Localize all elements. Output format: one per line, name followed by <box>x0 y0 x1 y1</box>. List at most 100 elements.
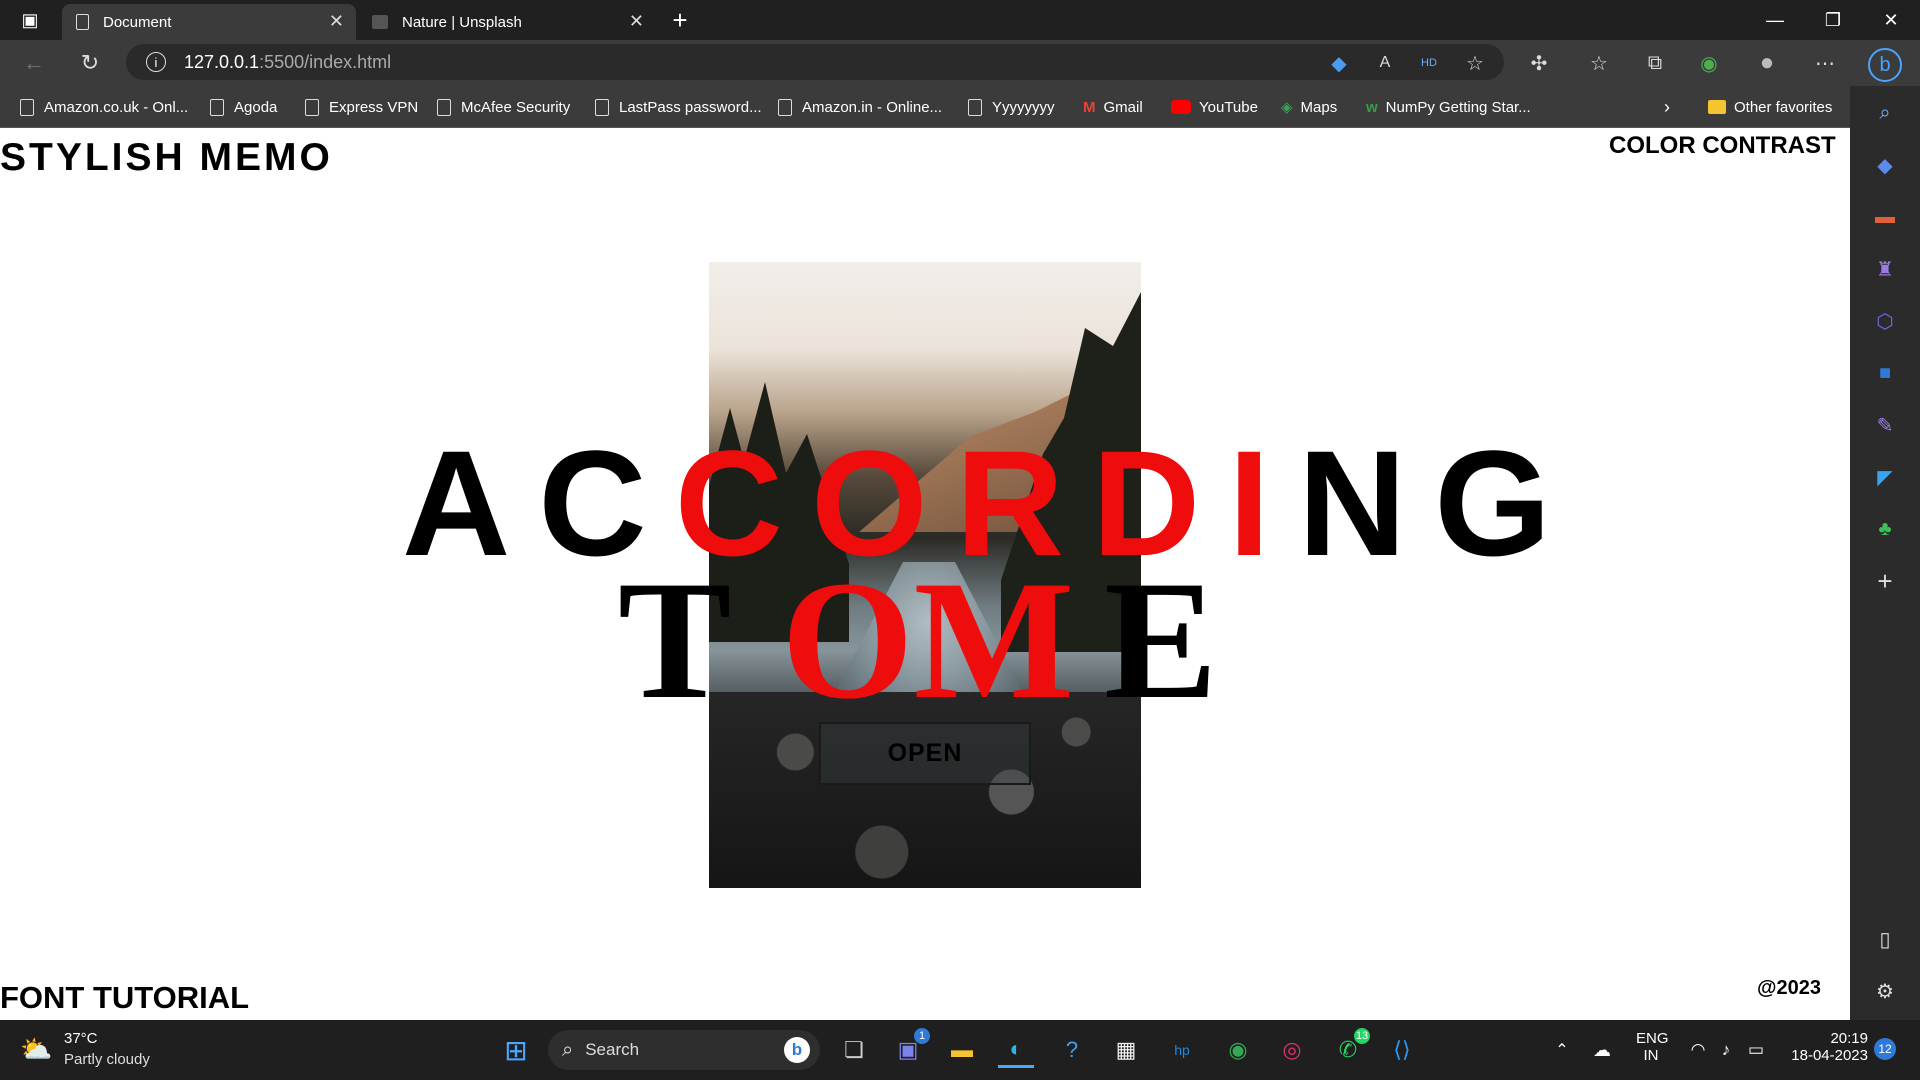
bookmark-label: LastPass password... <box>619 98 762 116</box>
designer-icon[interactable]: ✎ <box>1870 410 1900 440</box>
bookmark-label: Agoda <box>234 98 278 116</box>
restore-icon[interactable]: ❐ <box>1804 0 1862 40</box>
bookmark-item[interactable]: YouTube <box>1171 96 1258 118</box>
chrome-icon[interactable]: ◉ <box>1220 1032 1256 1068</box>
url-field[interactable]: i 127.0.0.1:5500/index.html <box>126 44 1504 80</box>
whatsapp-icon[interactable]: ✆ 13 <box>1330 1028 1370 1068</box>
teams-badge: 1 <box>914 1028 930 1044</box>
bookmark-label: Other favorites <box>1734 98 1833 116</box>
notification-badge[interactable]: 12 <box>1874 1038 1896 1060</box>
date: 18-04-2023 <box>1791 1047 1868 1064</box>
add-favorite-icon[interactable]: ☆ <box>1460 48 1490 78</box>
time: 20:19 <box>1830 1030 1868 1047</box>
weather-icon[interactable]: ⛅ <box>20 1034 52 1065</box>
site-logo[interactable]: STYLISH MEMO <box>0 136 333 180</box>
open-button[interactable]: OPEN <box>819 722 1031 785</box>
tab-label: Document <box>103 13 172 31</box>
other-favorites[interactable]: Other favorites <box>1708 96 1832 118</box>
bookmark-label: McAfee Security <box>461 98 571 116</box>
tab-label: Nature | Unsplash <box>402 13 522 31</box>
back-icon[interactable]: ← <box>16 46 52 80</box>
bookmark-label: Amazon.co.uk - Onl... <box>44 98 189 116</box>
nav-color-contrast[interactable]: COLOR CONTRAST <box>1609 132 1836 160</box>
favorites-icon[interactable]: ☆ <box>1584 48 1614 78</box>
bookmark-item[interactable]: w NumPy Getting Star... <box>1366 96 1531 118</box>
bookmark-item[interactable]: Amazon.co.uk - Onl... <box>20 96 188 118</box>
outlook-icon[interactable]: ■ <box>1870 358 1900 388</box>
chevron-up-icon[interactable]: ⌃ <box>1544 1032 1580 1068</box>
read-aloud-icon[interactable]: A <box>1370 48 1400 78</box>
hd-icon[interactable]: HD <box>1414 48 1444 78</box>
settings-icon[interactable]: ⚙ <box>1870 976 1900 1006</box>
weather-temp[interactable]: 37°C <box>64 1030 98 1047</box>
clock[interactable]: 20:19 18-04-2023 <box>1784 1030 1868 1064</box>
bookmark-item[interactable]: Amazon.in - Online... <box>778 96 942 118</box>
onedrive-icon[interactable]: ☁ <box>1584 1032 1620 1068</box>
bookmark-item[interactable]: Agoda <box>210 96 277 118</box>
myhp-icon[interactable]: hp <box>1164 1032 1200 1068</box>
maps-icon: ◈ <box>1281 99 1293 116</box>
tag-icon[interactable]: ◆ <box>1324 48 1354 78</box>
bookmark-item[interactable]: McAfee Security <box>437 96 570 118</box>
search-icon[interactable]: ⌕ <box>1870 98 1900 128</box>
vscode-icon[interactable]: ⟨⟩ <box>1384 1032 1420 1068</box>
send-icon[interactable]: ◤ <box>1870 462 1900 492</box>
bookmark-item[interactable]: Express VPN <box>305 96 418 118</box>
task-view-icon[interactable]: ❏ <box>836 1032 872 1068</box>
windows-start-icon[interactable]: ⊞ <box>498 1032 534 1068</box>
region-label: IN <box>1643 1047 1659 1064</box>
games-icon[interactable]: ♜ <box>1870 254 1900 284</box>
chevron-right-icon[interactable]: › <box>1664 96 1670 118</box>
bookmark-label: Amazon.in - Online... <box>802 98 943 116</box>
language-indicator[interactable]: ENG IN <box>1636 1030 1669 1064</box>
headline-text-black: NG <box>1297 419 1579 587</box>
collections-icon[interactable]: ⧉ <box>1640 48 1670 78</box>
bookmark-item[interactable]: M Gmail <box>1083 96 1143 118</box>
microsoft-365-icon[interactable]: ⬡ <box>1870 306 1900 336</box>
favorites-bar: Amazon.co.uk - Onl... Agoda Express VPN … <box>0 86 1920 128</box>
battery-icon[interactable]: ▭ <box>1738 1032 1774 1068</box>
close-window-icon[interactable]: ✕ <box>1862 0 1920 40</box>
tab-document[interactable]: Document ✕ <box>62 4 356 40</box>
add-icon[interactable]: + <box>1870 566 1900 596</box>
taskbar-search[interactable]: ⌕ Search b <box>548 1030 820 1070</box>
w3-icon: w <box>1366 98 1378 116</box>
page-icon <box>305 98 319 116</box>
shopping-icon[interactable]: ◆ <box>1870 150 1900 180</box>
bookmark-item[interactable]: LastPass password... <box>595 96 762 118</box>
bookmark-item[interactable]: ◈ Maps <box>1281 96 1337 118</box>
tab-bar: ▣ Document ✕ Nature | Unsplash ✕ + — ❐ ✕ <box>0 0 1920 40</box>
help-icon[interactable]: ? <box>1054 1032 1090 1068</box>
weather-desc[interactable]: Partly cloudy <box>64 1051 150 1068</box>
headline-to-me: T OM E <box>618 555 1217 725</box>
bookmark-item[interactable]: Yyyyyyyy <box>968 96 1055 118</box>
performance-icon[interactable]: ◉ <box>1694 48 1724 78</box>
teams-icon[interactable]: ▣ 1 <box>890 1028 930 1068</box>
minimize-icon[interactable]: — <box>1746 0 1804 40</box>
headline-text-red: OM <box>781 546 1075 734</box>
tab-nature-unsplash[interactable]: Nature | Unsplash ✕ <box>360 4 656 40</box>
profile-avatar[interactable]: ● <box>1752 48 1782 78</box>
tree-icon[interactable]: ♣ <box>1870 514 1900 544</box>
address-bar-row: ← ↻ i 127.0.0.1:5500/index.html ◆ A HD ☆… <box>0 40 1920 86</box>
instagram-icon[interactable]: ◎ <box>1274 1032 1310 1068</box>
bing-icon[interactable]: b <box>1868 48 1902 82</box>
info-icon[interactable]: i <box>146 52 166 72</box>
page-icon <box>778 98 792 116</box>
tools-icon[interactable]: ▬ <box>1870 202 1900 232</box>
close-tab-icon[interactable]: ✕ <box>329 11 344 32</box>
extensions-icon[interactable]: ✣ <box>1524 48 1554 78</box>
edge-icon[interactable]: ◐ <box>998 1032 1034 1068</box>
footer-font-tutorial[interactable]: FONT TUTORIAL <box>0 980 249 1016</box>
new-tab-icon[interactable]: + <box>660 0 700 40</box>
hide-sidebar-icon[interactable]: ▯ <box>1870 924 1900 954</box>
gmail-icon: M <box>1083 98 1096 116</box>
close-tab-icon[interactable]: ✕ <box>629 11 644 32</box>
refresh-icon[interactable]: ↻ <box>72 46 108 80</box>
store-icon[interactable]: ▦ <box>1108 1032 1144 1068</box>
bing-icon: b <box>784 1037 810 1063</box>
youtube-icon <box>1171 100 1191 114</box>
tab-actions-icon[interactable]: ▣ <box>4 0 56 40</box>
file-explorer-icon[interactable]: ▬ <box>944 1032 980 1068</box>
more-menu-icon[interactable]: ⋯ <box>1810 48 1840 78</box>
